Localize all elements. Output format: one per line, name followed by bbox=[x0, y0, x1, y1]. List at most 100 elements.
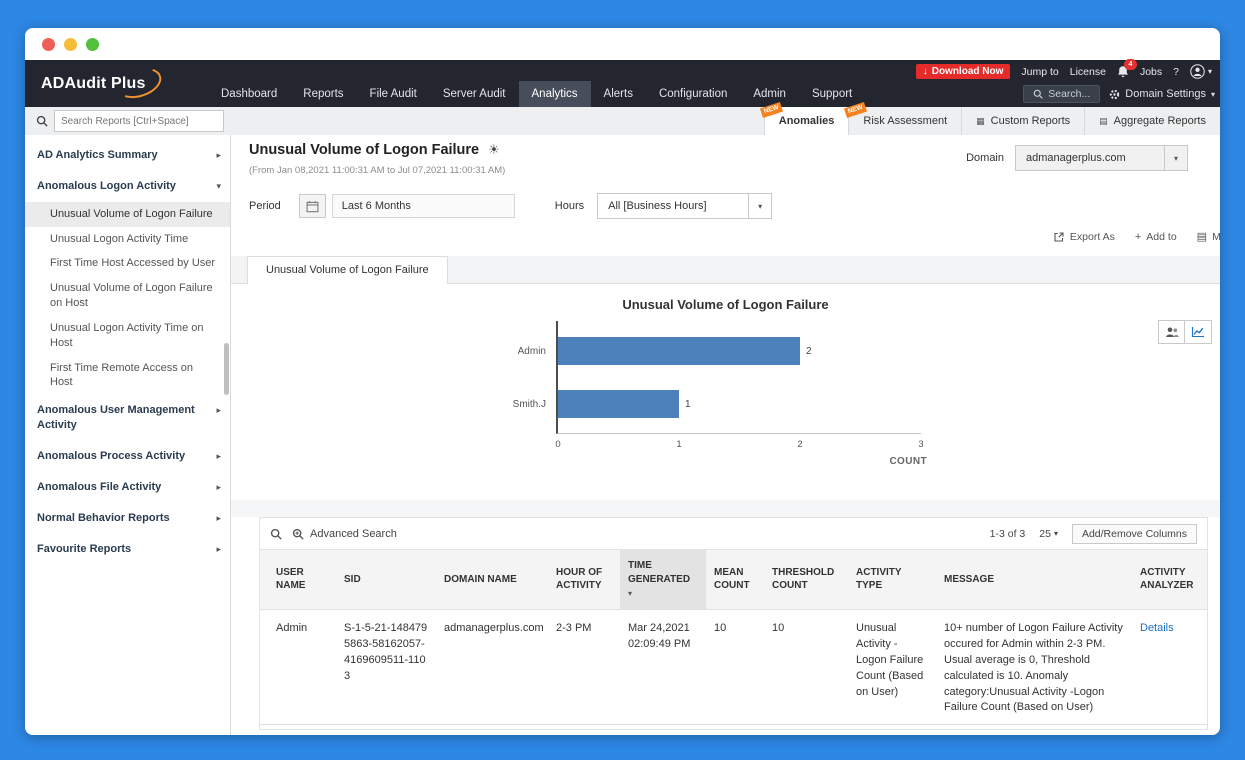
nav-server-audit[interactable]: Server Audit bbox=[430, 81, 519, 107]
bar-chart: Admin 2 Smith.J 1 0 1 2 3 COUNT bbox=[556, 321, 921, 434]
pagination-range: 1-3 of 3 bbox=[990, 528, 1026, 540]
sidebar-item-normal-behavior-reports[interactable]: Normal Behavior Reports ▸ bbox=[25, 503, 230, 534]
sidebar-item-unusual-volume-of-logon-failure[interactable]: Unusual Volume of Logon Failure bbox=[25, 202, 230, 227]
column-header-hour-of-activity[interactable]: HOUR OF ACTIVITY bbox=[548, 550, 620, 610]
column-header-activity-type[interactable]: ACTIVITY TYPE bbox=[848, 550, 936, 610]
global-search-button[interactable]: Search... bbox=[1023, 85, 1100, 103]
bar-category-label: Admin bbox=[518, 346, 546, 357]
cell-activity-type: Unusual Activity - Logon Failure Count (… bbox=[848, 609, 936, 725]
sidebar-item-unusual-volume-of-logon-failure-on-host[interactable]: Unusual Volume of Logon Failure on Host bbox=[25, 276, 230, 316]
column-header-user-name[interactable]: USER NAME bbox=[260, 550, 336, 610]
line-chart-icon bbox=[1191, 326, 1205, 338]
report-grid-icon: ▤ bbox=[1099, 116, 1108, 127]
calendar-button[interactable] bbox=[299, 194, 326, 218]
x-axis-tick: 3 bbox=[918, 439, 923, 450]
chevron-right-icon: ▸ bbox=[216, 404, 221, 416]
nav-reports[interactable]: Reports bbox=[290, 81, 356, 107]
tab-anomalies[interactable]: NEW Anomalies bbox=[764, 107, 849, 135]
report-tab[interactable]: Unusual Volume of Logon Failure bbox=[247, 256, 448, 285]
nav-analytics[interactable]: Analytics bbox=[519, 81, 591, 107]
x-axis-tick: 2 bbox=[797, 439, 802, 450]
sidebar-scrollbar-thumb[interactable] bbox=[224, 343, 229, 395]
nav-file-audit[interactable]: File Audit bbox=[357, 81, 430, 107]
chevron-down-icon: ▾ bbox=[748, 194, 771, 218]
sidebar-item-anomalous-logon-activity[interactable]: Anomalous Logon Activity ▾ bbox=[25, 171, 230, 202]
more-icon: ▤ bbox=[1197, 230, 1207, 243]
nav-configuration[interactable]: Configuration bbox=[646, 81, 740, 107]
nav-admin[interactable]: Admin bbox=[740, 81, 799, 107]
cell-domain-name: admanagerplus.com bbox=[436, 609, 548, 725]
chart-view-users-button[interactable] bbox=[1158, 320, 1185, 344]
page-size-select[interactable]: 25 ▾ bbox=[1039, 528, 1058, 540]
column-header-sid[interactable]: SID bbox=[336, 550, 436, 610]
columns-icon: ▦ bbox=[976, 116, 985, 127]
minimize-window-button[interactable] bbox=[64, 38, 77, 51]
tab-risk-assessment[interactable]: NEW Risk Assessment bbox=[848, 107, 961, 135]
sidebar-item-favourite-reports[interactable]: Favourite Reports ▸ bbox=[25, 534, 230, 565]
column-header-message[interactable]: MESSAGE bbox=[936, 550, 1132, 610]
close-window-button[interactable] bbox=[42, 38, 55, 51]
sun-icon[interactable]: ☀ bbox=[488, 142, 500, 158]
sidebar-item-anomalous-file-activity[interactable]: Anomalous File Activity ▸ bbox=[25, 472, 230, 503]
sidebar-item-first-time-remote-access-on-host[interactable]: First Time Remote Access on Host bbox=[25, 356, 230, 396]
help-link[interactable]: ? bbox=[1173, 66, 1179, 78]
more-button[interactable]: ▤ More bbox=[1197, 230, 1220, 243]
column-header-threshold-count[interactable]: THRESHOLD COUNT bbox=[764, 550, 848, 610]
export-as-button[interactable]: Export As bbox=[1053, 231, 1115, 243]
bar-row: Smith.J 1 bbox=[558, 390, 921, 418]
sidebar-item-anomalous-process-activity[interactable]: Anomalous Process Activity ▸ bbox=[25, 441, 230, 472]
add-remove-columns-button[interactable]: Add/Remove Columns bbox=[1072, 524, 1197, 544]
bar-category-label: Smith.J bbox=[513, 399, 546, 410]
column-header-activity-analyzer[interactable]: ACTIVITY ANALYZER bbox=[1132, 550, 1208, 610]
domain-settings-button[interactable]: Domain Settings ▾ bbox=[1109, 88, 1215, 100]
notification-badge: 4 bbox=[1124, 59, 1137, 70]
x-axis-tick: 0 bbox=[555, 439, 560, 450]
download-now-button[interactable]: ↓ Download Now bbox=[916, 64, 1011, 79]
search-icon bbox=[36, 115, 48, 127]
nav-support[interactable]: Support bbox=[799, 81, 865, 107]
maximize-window-button[interactable] bbox=[86, 38, 99, 51]
bar-value-label: 1 bbox=[685, 399, 691, 410]
nav-alerts[interactable]: Alerts bbox=[591, 81, 646, 107]
period-input[interactable] bbox=[332, 194, 515, 218]
jump-to-link[interactable]: Jump to bbox=[1021, 66, 1058, 78]
sidebar-item-first-time-host-accessed-by-user[interactable]: First Time Host Accessed by User bbox=[25, 251, 230, 276]
calendar-icon bbox=[306, 200, 319, 213]
column-header-mean-count[interactable]: MEAN COUNT bbox=[706, 550, 764, 610]
column-header-time-generated[interactable]: TIME GENERATED ▾ bbox=[620, 550, 706, 610]
license-link[interactable]: License bbox=[1070, 66, 1106, 78]
add-to-button[interactable]: + Add to bbox=[1135, 231, 1177, 243]
chart-view-trend-button[interactable] bbox=[1185, 320, 1212, 344]
domain-select[interactable]: admanagerplus.com ▾ bbox=[1015, 145, 1188, 171]
bar-admin bbox=[558, 337, 800, 365]
x-axis-label: COUNT bbox=[889, 456, 927, 467]
column-search-icon[interactable] bbox=[270, 528, 282, 540]
jobs-link[interactable]: Jobs bbox=[1140, 66, 1162, 78]
sidebar-item-unusual-logon-activity-time-on-host[interactable]: Unusual Logon Activity Time on Host bbox=[25, 316, 230, 356]
cell-time-generated: Mar 24,2021 02:09:49 PM bbox=[620, 609, 706, 725]
app-logo: ADAudit Plus bbox=[41, 60, 146, 107]
details-link[interactable]: Details bbox=[1140, 622, 1174, 634]
chevron-down-icon: ▾ bbox=[1164, 146, 1187, 170]
cell-user-name: Admin bbox=[260, 609, 336, 725]
tab-aggregate-reports[interactable]: ▤ Aggregate Reports bbox=[1084, 107, 1220, 135]
sidebar-item-unusual-logon-activity-time[interactable]: Unusual Logon Activity Time bbox=[25, 227, 230, 252]
advanced-search-icon bbox=[292, 528, 304, 540]
advanced-search-button[interactable]: Advanced Search bbox=[292, 528, 397, 540]
user-menu-button[interactable]: ▾ bbox=[1190, 64, 1212, 79]
chevron-right-icon: ▸ bbox=[216, 512, 221, 524]
nav-dashboard[interactable]: Dashboard bbox=[208, 81, 290, 107]
sidebar-item-anomalous-user-management-activity[interactable]: Anomalous User Management Activity ▸ bbox=[25, 395, 230, 441]
hours-select[interactable]: All [Business Hours] ▾ bbox=[597, 193, 772, 219]
column-header-domain-name[interactable]: DOMAIN NAME bbox=[436, 550, 548, 610]
report-search-input[interactable] bbox=[54, 110, 224, 132]
bar-smith-j bbox=[558, 390, 679, 418]
gear-icon bbox=[1109, 89, 1120, 100]
app-header: ADAudit Plus ↓ Download Now Jump to Lice… bbox=[25, 60, 1220, 107]
notifications-button[interactable]: 4 bbox=[1117, 65, 1129, 78]
section-divider bbox=[231, 500, 1220, 517]
tab-custom-reports[interactable]: ▦ Custom Reports bbox=[961, 107, 1084, 135]
sidebar-item-ad-analytics-summary[interactable]: AD Analytics Summary ▸ bbox=[25, 140, 230, 171]
chevron-down-icon: ▾ bbox=[1211, 90, 1215, 99]
chevron-right-icon: ▸ bbox=[216, 149, 221, 161]
